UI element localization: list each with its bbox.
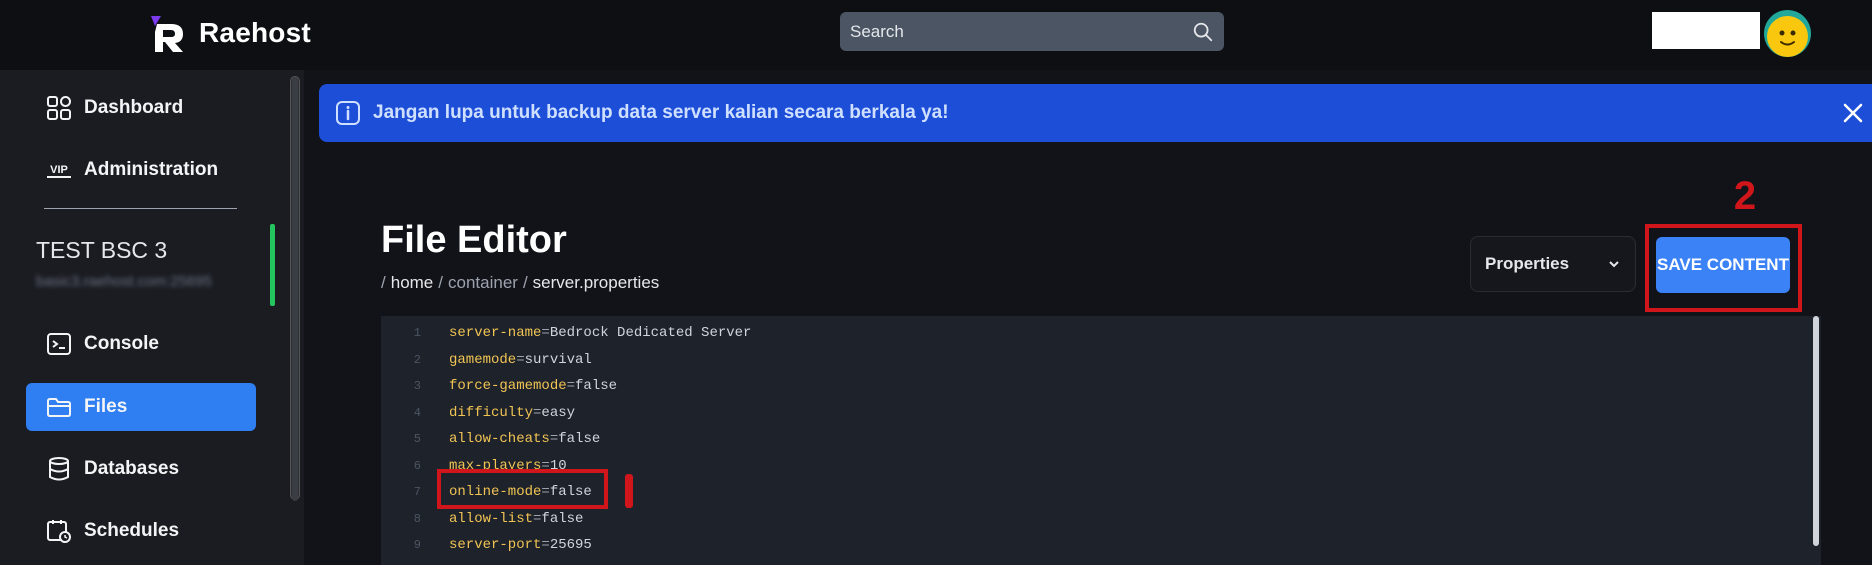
line-number: 3 <box>413 379 421 393</box>
equals-sign: = <box>549 431 559 447</box>
mode-select-value: Properties <box>1485 254 1570 273</box>
breadcrumb: / home / container / server.properties <box>381 273 659 293</box>
code-text[interactable]: server-name=Bedrock Dedicated Server <box>449 325 751 341</box>
sidebar-scrollbar-thumb[interactable] <box>292 77 298 501</box>
page-title: File Editor <box>381 219 567 261</box>
mode-select[interactable]: Properties <box>1470 236 1636 292</box>
sidebar-item-dashboard[interactable]: Dashboard <box>26 84 256 132</box>
search-bar[interactable] <box>840 12 1224 51</box>
database-icon <box>46 456 72 482</box>
equals-sign: = <box>541 537 550 553</box>
code-line[interactable]: 5 allow-cheats=false <box>381 426 600 452</box>
calendar-clock-icon <box>46 518 72 544</box>
property-key: allow-cheats <box>449 431 550 447</box>
search-icon[interactable] <box>1192 21 1214 43</box>
info-icon <box>336 101 360 125</box>
editor-scrollbar[interactable] <box>1813 316 1819 546</box>
property-key: gamemode <box>449 351 517 368</box>
property-value: easy <box>541 404 576 421</box>
sidebar-item-databases[interactable]: Databases <box>26 445 256 493</box>
property-value: survival <box>524 351 592 368</box>
sidebar-item-files[interactable]: Files <box>26 383 256 431</box>
svg-text:VIP: VIP <box>50 164 68 176</box>
sidebar-item-label: Administration <box>84 159 219 180</box>
redacted-user-box <box>1652 12 1760 49</box>
sidebar-item-label: Console <box>84 333 159 354</box>
property-key: force-gamemode <box>449 378 567 394</box>
equals-sign: = <box>516 351 525 368</box>
folder-icon <box>46 394 72 420</box>
property-key: allow-list <box>449 510 534 527</box>
code-text[interactable]: server-port=25695 <box>449 537 592 553</box>
brand-logo[interactable]: Raehost <box>147 12 311 54</box>
sidebar-item-label: Databases <box>84 458 180 479</box>
property-value: false <box>558 431 601 447</box>
sidebar-item-console[interactable]: Console <box>26 320 256 368</box>
line-number: 6 <box>413 458 421 473</box>
code-line[interactable]: 8 allow-list=false <box>381 506 584 532</box>
line-number: 1 <box>413 326 421 340</box>
chevron-down-icon <box>1609 261 1619 268</box>
line-number: 8 <box>413 511 421 526</box>
equals-sign: = <box>541 325 550 341</box>
property-key: server-name <box>449 325 542 341</box>
line-number: 5 <box>413 432 421 446</box>
property-key: difficulty <box>449 404 534 421</box>
grid-icon <box>46 95 72 121</box>
code-line[interactable]: 1 server-name=Bedrock Dedicated Server <box>381 320 752 346</box>
line-number: 4 <box>413 405 421 420</box>
code-text[interactable]: difficulty=easy <box>449 405 575 421</box>
banner-message: Jangan lupa untuk backup data server kal… <box>373 102 949 123</box>
property-value: false <box>541 510 584 527</box>
top-bar: Raehost <box>0 0 1872 70</box>
annotation-number-2: 2 <box>1734 175 1756 215</box>
code-text[interactable]: force-gamemode=false <box>449 378 617 394</box>
property-value: 25695 <box>549 537 592 553</box>
server-name: TEST BSC 3 <box>36 237 168 263</box>
sidebar-item-administration[interactable]: VIP Administration <box>26 146 256 194</box>
info-banner: Jangan lupa untuk backup data server kal… <box>319 84 1872 142</box>
property-value: Bedrock Dedicated Server <box>549 325 752 341</box>
smiley-face-icon <box>1767 16 1808 57</box>
annotation-number-1 <box>625 474 633 508</box>
server-address: basic3.raehost.com:25695 <box>36 273 212 290</box>
code-line[interactable]: 3 force-gamemode=false <box>381 373 617 399</box>
line-annotation-outline <box>437 469 608 509</box>
sidebar-item-schedules[interactable]: Schedules <box>26 507 256 555</box>
code-text[interactable]: allow-list=false <box>449 511 583 527</box>
server-status-bar <box>270 224 275 306</box>
breadcrumb-separator: / <box>438 273 443 292</box>
breadcrumb-separator: / <box>522 273 528 292</box>
code-line[interactable]: 9 server-port=25695 <box>381 532 592 558</box>
code-line[interactable]: 2 gamemode=survival <box>381 347 592 373</box>
save-content-button[interactable]: SAVE CONTENT <box>1656 237 1790 293</box>
code-text[interactable]: allow-cheats=false <box>449 431 600 447</box>
breadcrumb-home[interactable]: home <box>391 273 434 293</box>
property-value: false <box>575 378 618 394</box>
avatar[interactable] <box>1764 10 1811 57</box>
line-number: 2 <box>413 352 421 367</box>
sidebar-divider <box>44 208 237 209</box>
sidebar-item-label: Dashboard <box>84 97 184 118</box>
breadcrumb-container[interactable]: container <box>448 273 518 293</box>
breadcrumb-separator: / <box>381 273 386 292</box>
breadcrumb-file: server.properties <box>532 273 660 292</box>
close-icon[interactable] <box>1840 100 1866 126</box>
code-text[interactable]: gamemode=survival <box>449 352 592 368</box>
svg-text:2: 2 <box>1734 175 1756 215</box>
code-editor[interactable]: 1 server-name=Bedrock Dedicated Server 2 ga… <box>381 316 1821 565</box>
sidebar-item-label: Files <box>84 396 128 417</box>
property-key: server-port <box>449 537 542 553</box>
sidebar-item-label: Schedules <box>84 520 180 541</box>
equals-sign: = <box>566 378 576 394</box>
line-number: 7 <box>413 485 421 499</box>
search-input[interactable] <box>850 21 1192 42</box>
brand-name: Raehost <box>199 17 311 48</box>
vip-icon: VIP <box>46 157 72 183</box>
line-number: 9 <box>413 538 421 552</box>
code-line[interactable]: 4 difficulty=easy <box>381 400 575 426</box>
sidebar-scrollbar[interactable] <box>290 76 300 501</box>
raehost-logo-icon <box>151 16 183 52</box>
terminal-icon <box>46 331 72 357</box>
